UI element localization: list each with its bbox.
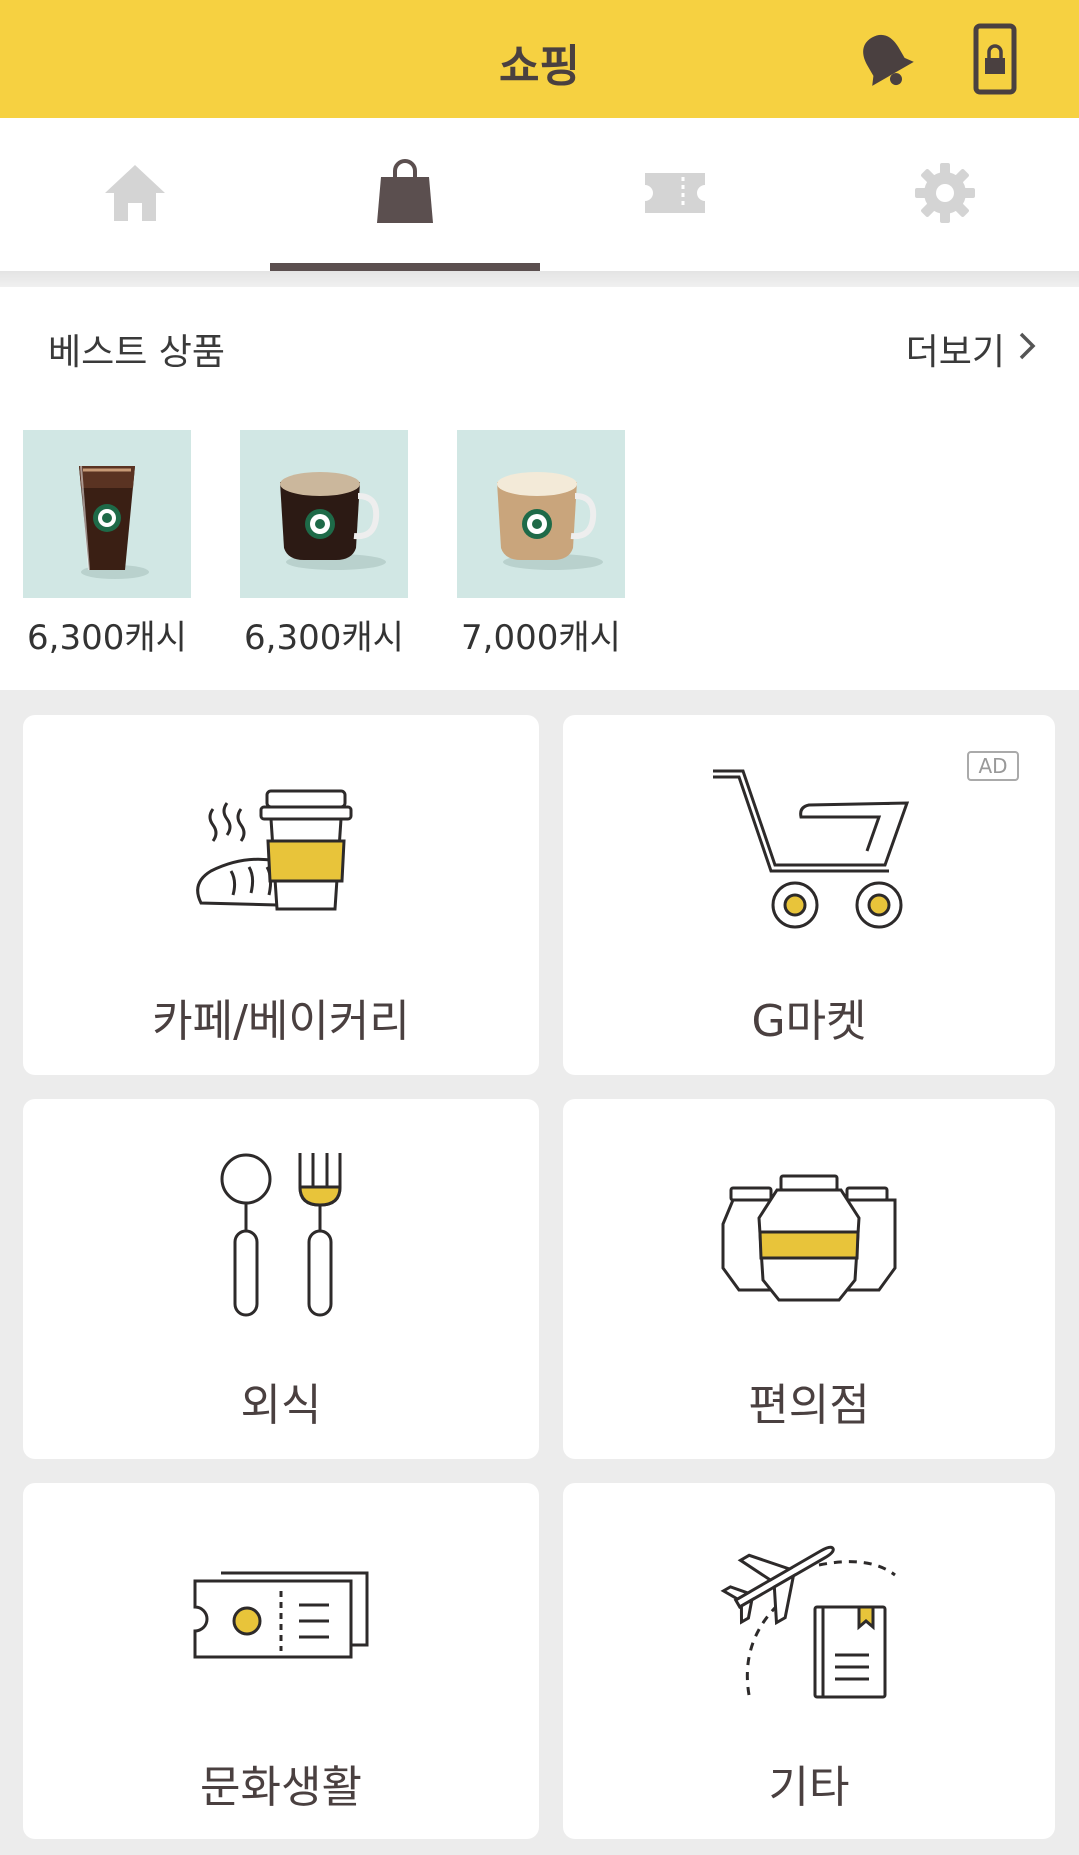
product-price: 6,300캐시 bbox=[27, 618, 187, 658]
iced-coffee-image bbox=[23, 430, 191, 598]
app-header: 쇼핑 bbox=[0, 0, 1079, 118]
tab-shopping[interactable] bbox=[270, 118, 540, 271]
product-card[interactable]: 7,000캐시 bbox=[457, 430, 625, 659]
category-etc[interactable]: 기타 bbox=[563, 1483, 1055, 1839]
chevron-right-icon bbox=[1017, 329, 1037, 370]
latte-mug-image bbox=[457, 430, 625, 598]
tab-bar bbox=[0, 118, 1079, 271]
category-gmarket[interactable]: AD G마켓 bbox=[563, 715, 1055, 1075]
category-culture[interactable]: 문화생활 bbox=[23, 1483, 539, 1839]
tab-coupon[interactable] bbox=[540, 118, 810, 271]
shopping-bag-icon bbox=[375, 158, 435, 231]
spoon-fork-icon bbox=[216, 1149, 346, 1323]
tab-home[interactable] bbox=[0, 118, 270, 271]
product-price: 7,000캐시 bbox=[461, 618, 621, 658]
ticket-icon bbox=[643, 171, 707, 219]
hot-coffee-mug-image bbox=[240, 430, 408, 598]
active-tab-indicator bbox=[270, 263, 540, 271]
more-link[interactable]: 더보기 bbox=[906, 323, 1037, 375]
convenience-jars-icon bbox=[719, 1174, 899, 1308]
gear-icon bbox=[913, 161, 977, 229]
category-dining[interactable]: 외식 bbox=[23, 1099, 539, 1459]
section-title: 베스트 상품 bbox=[48, 332, 226, 373]
category-label: 편의점 bbox=[748, 1380, 870, 1431]
tab-divider bbox=[0, 271, 1079, 287]
tab-settings[interactable] bbox=[810, 118, 1079, 271]
category-label: G마켓 bbox=[751, 996, 867, 1047]
category-label: 문화생활 bbox=[200, 1762, 362, 1813]
best-products-section: 베스트 상품 더보기 6,300캐시 6,300캐시 7,000캐시 bbox=[0, 287, 1079, 690]
product-card[interactable]: 6,300캐시 bbox=[23, 430, 191, 659]
category-label: 기타 bbox=[768, 1762, 850, 1813]
ad-badge: AD bbox=[967, 751, 1019, 781]
category-convenience[interactable]: 편의점 bbox=[563, 1099, 1055, 1459]
category-label: 카페/베이커리 bbox=[152, 996, 410, 1047]
category-label: 외식 bbox=[240, 1380, 322, 1431]
home-icon bbox=[103, 161, 167, 229]
phone-lock-icon[interactable] bbox=[955, 20, 1035, 100]
cafe-bakery-icon bbox=[191, 785, 371, 919]
product-card[interactable]: 6,300캐시 bbox=[240, 430, 408, 659]
shopping-cart-icon bbox=[709, 765, 910, 939]
category-cafe-bakery[interactable]: 카페/베이커리 bbox=[23, 715, 539, 1075]
bell-icon[interactable] bbox=[845, 20, 925, 100]
ticket-culture-icon bbox=[191, 1569, 371, 1673]
airplane-book-icon bbox=[719, 1535, 899, 1709]
more-label: 더보기 bbox=[905, 332, 1005, 373]
product-price: 6,300캐시 bbox=[244, 618, 404, 658]
